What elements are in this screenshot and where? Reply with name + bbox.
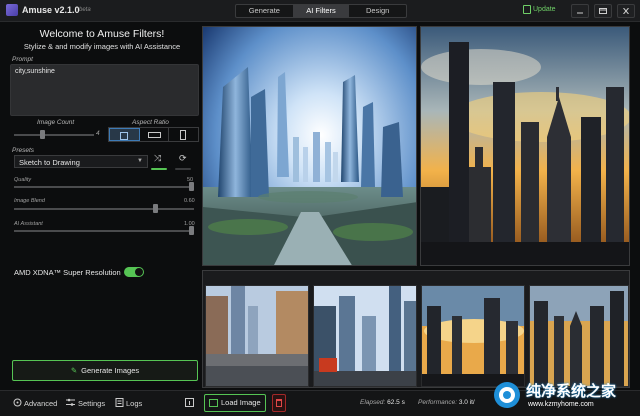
square-ratio-icon [120, 132, 128, 140]
info-icon[interactable] [185, 398, 194, 407]
settings-button[interactable]: Settings [78, 399, 105, 408]
logs-button[interactable]: Logs [126, 399, 142, 408]
watermark-url: www.kzmyhome.com [528, 401, 594, 408]
input-image-panel[interactable] [202, 26, 417, 266]
result-image-4 [530, 286, 628, 386]
advanced-button[interactable]: Advanced [24, 399, 57, 408]
generate-images-label: Generate Images [81, 366, 140, 375]
quality-slider[interactable] [14, 186, 194, 188]
app-version-tag: beta [79, 7, 91, 13]
load-image-label: Load Image [221, 398, 261, 407]
chevron-down-icon: ▼ [137, 158, 143, 164]
minimize-icon [576, 8, 584, 14]
output-image [421, 27, 629, 265]
welcome-title: Welcome to Amuse Filters! [39, 28, 165, 40]
ai-assistant-label: AI Assistant [14, 221, 43, 227]
ai-assistant-slider-thumb[interactable] [189, 226, 194, 235]
advanced-icon [13, 398, 22, 407]
xdna-super-resolution-label: AMD XDNA™ Super Resolution [14, 268, 121, 277]
presets-label: Presets [12, 147, 35, 154]
result-thumbnail-4[interactable] [529, 285, 629, 387]
result-thumbnail-3[interactable] [421, 285, 525, 387]
settings-icon [66, 398, 75, 407]
settings-panel: Welcome to Amuse Filters! Stylize & and … [4, 26, 200, 386]
load-image-button[interactable]: Load Image [204, 394, 266, 412]
watermark-title: 纯净系统之家 [526, 382, 617, 400]
aspect-portrait-button[interactable] [169, 128, 198, 141]
quality-slider-thumb[interactable] [189, 182, 194, 191]
ai-assistant-slider[interactable] [14, 230, 194, 232]
image-count-label: Image Count [37, 119, 75, 126]
tab-generate[interactable]: Generate [236, 5, 293, 17]
tab-design[interactable]: Design [349, 5, 406, 17]
trash-icon [276, 399, 282, 407]
update-button[interactable]: Update [533, 6, 556, 13]
input-image [203, 27, 416, 265]
magic-wand-icon: ✎ [70, 366, 78, 375]
maximize-button[interactable] [594, 4, 612, 18]
site-watermark: 纯净系统之家 www.kzmyhome.com [492, 374, 640, 416]
aspect-square-button[interactable] [109, 128, 140, 141]
logs-icon [115, 398, 124, 407]
shuffle-active-indicator [151, 168, 167, 170]
result-thumbnail-1[interactable] [205, 285, 309, 387]
performance-label: Performance: [418, 399, 458, 406]
welcome-subtitle: Stylize & and modify images with AI Assi… [23, 42, 181, 51]
prompt-input[interactable]: city,sunshine [10, 64, 199, 116]
xdna-super-resolution-toggle[interactable] [124, 267, 144, 277]
image-icon [209, 399, 218, 407]
aspect-ratio-selector [108, 127, 199, 142]
portrait-ratio-icon [180, 130, 187, 140]
watermark-logo-icon [494, 382, 520, 408]
output-image-panel[interactable] [420, 26, 630, 266]
results-strip [202, 270, 630, 388]
image-blend-slider[interactable] [14, 208, 194, 210]
title-bar: Amuse v2.1.0 beta Generate AI Filters De… [0, 0, 640, 22]
refresh-icon[interactable]: ⟳ [179, 153, 187, 164]
shuffle-icon[interactable]: ⤨ [154, 153, 161, 164]
image-blend-slider-thumb[interactable] [153, 204, 158, 213]
tab-ai-filters[interactable]: AI Filters [292, 5, 350, 17]
maximize-icon [599, 8, 607, 14]
result-thumbnail-2[interactable] [313, 285, 417, 387]
refresh-indicator [175, 168, 191, 170]
update-icon[interactable] [523, 5, 531, 14]
amuse-logo-icon [6, 4, 18, 16]
close-button[interactable] [617, 4, 635, 18]
generate-images-button[interactable]: ✎ Generate Images [12, 360, 198, 381]
landscape-ratio-icon [147, 132, 161, 138]
quality-label: Quality [14, 177, 32, 183]
image-count-slider-thumb[interactable] [40, 130, 45, 139]
aspect-ratio-label: Aspect Ratio [132, 119, 169, 126]
image-blend-value: 0.60 [184, 198, 195, 204]
prompt-label: Prompt [12, 56, 33, 63]
image-count-value: 4 [96, 130, 100, 137]
image-count-slider[interactable] [14, 134, 94, 136]
performance-value: 3.0 it/ [458, 399, 475, 406]
elapsed-label: Elapsed: [360, 399, 386, 406]
elapsed-stat: Elapsed: 62.5 s [360, 399, 405, 406]
mode-tabs: Generate AI Filters Design [235, 4, 407, 18]
app-title: Amuse v2.1.0 [22, 5, 80, 15]
elapsed-value: 62.5 s [387, 399, 405, 406]
close-icon [622, 7, 630, 15]
delete-button[interactable] [272, 394, 286, 412]
minimize-button[interactable] [571, 4, 589, 18]
result-image-1 [206, 286, 308, 386]
result-image-2 [314, 286, 416, 386]
preset-select[interactable]: Sketch to Drawing ▼ [14, 155, 148, 168]
result-image-3 [422, 286, 524, 386]
preset-select-value: Sketch to Drawing [19, 158, 80, 167]
aspect-landscape-button[interactable] [140, 128, 170, 141]
performance-stat: Performance: 3.0 it/ [418, 399, 475, 406]
image-blend-label: Image Blend [14, 198, 45, 204]
